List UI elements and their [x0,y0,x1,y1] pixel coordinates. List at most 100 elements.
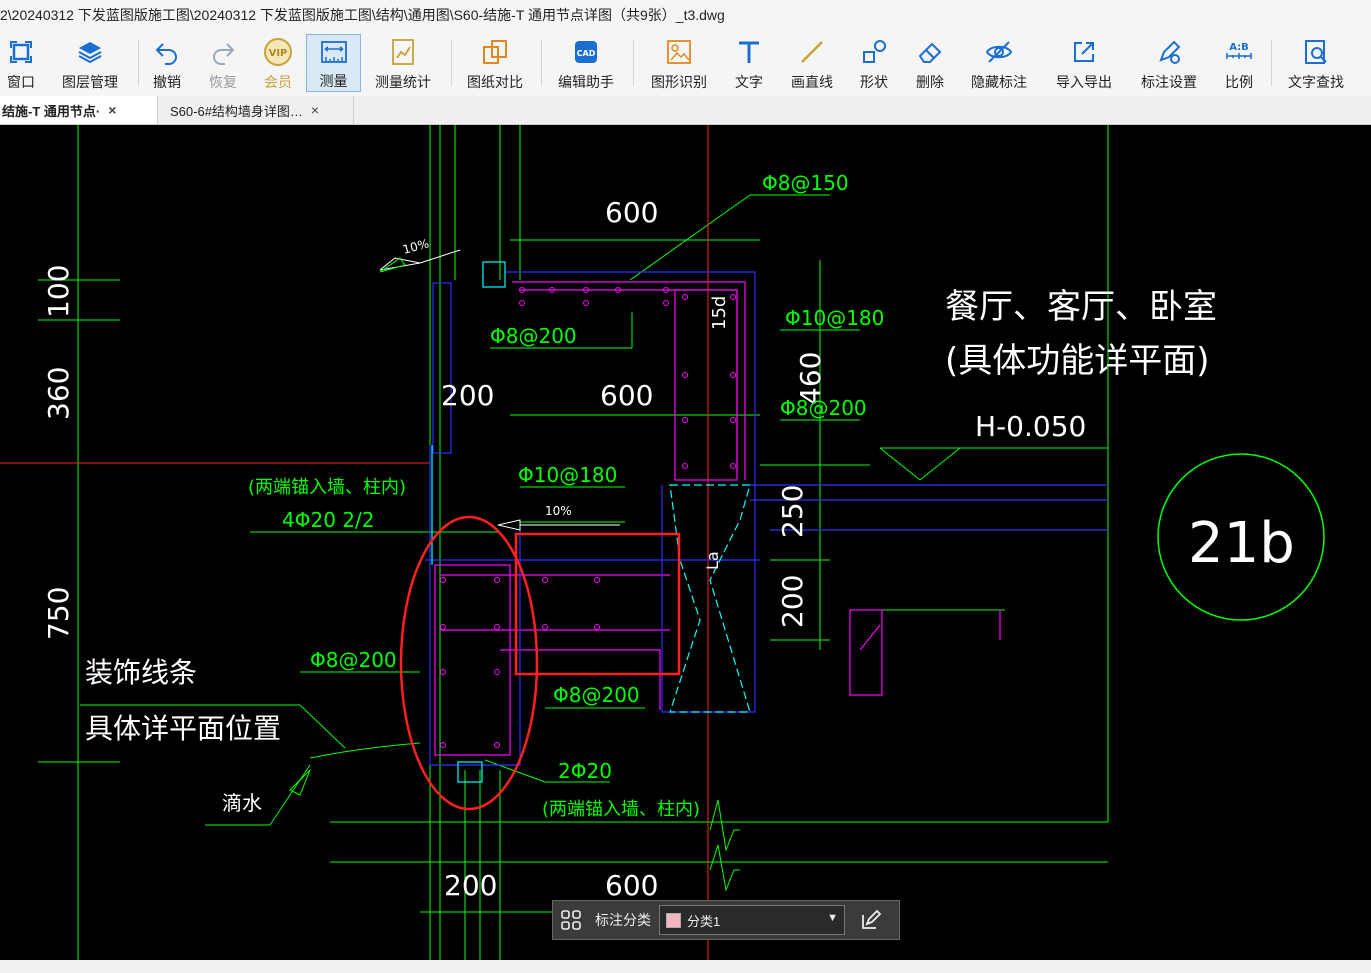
compare-icon [479,36,511,68]
rebar-phi10-180-a: Φ10@180 [785,306,884,330]
toolbar-separator [541,40,542,86]
text-search-button[interactable]: 文字查找 [1283,34,1349,92]
compare-label: 图纸对比 [467,74,523,90]
dim-15d: 15d [709,296,730,330]
dim-600-top: 600 [605,196,658,229]
layers-label: 图层管理 [62,74,118,90]
rebar-2phi20: 2Φ20 [558,759,612,783]
text-tool-button[interactable]: 文字 [729,34,769,92]
measure-stats-icon [387,36,419,68]
edit-helper-label: 编辑助手 [558,74,614,90]
undo-button[interactable]: 撤销 [146,34,188,92]
selected-category: 分类1 [687,913,721,929]
layer-manager-button[interactable]: 图层管理 [56,34,124,92]
toolbar-separator [138,40,139,86]
room-note: (具体功能详平面) [945,341,1210,381]
shape-label: 形状 [860,74,888,90]
edit-icon[interactable] [855,905,885,935]
annotation-settings-label: 标注设置 [1141,74,1197,90]
deco-line-label: 装饰线条 [85,656,197,689]
vip-button[interactable]: VIP 会员 [257,34,299,92]
dim-250: 250 [776,485,809,538]
text-icon [733,36,765,68]
window-icon [5,36,37,68]
la-label: La [703,551,722,570]
vip-label: 会员 [264,74,292,90]
annotation-category-bar: 标注分类 分类1 ▼ [552,900,900,940]
anchor-note-1: (两端锚入墙、柱内) [248,477,406,498]
delete-button[interactable]: 删除 [910,34,950,92]
toolbar-separator [1271,40,1272,86]
document-tabs: 结施-T 通用节点· × S60-6#结构墙身详图… × [0,96,1371,125]
grid-icon[interactable] [553,901,589,939]
dim-600-mid: 600 [600,379,653,412]
elevation-label: H-0.050 [975,410,1086,443]
title-bar: 2\20240312 下发蓝图版施工图\20240312 下发蓝图版施工图\结构… [0,0,1371,30]
rebar-phi10-180-b: Φ10@180 [518,463,617,487]
import-export-button[interactable]: 导入导出 [1050,34,1118,92]
pen-gear-icon [1153,36,1185,68]
redo-button[interactable]: 恢复 [202,34,244,92]
window-title: 2\20240312 下发蓝图版施工图\20240312 下发蓝图版施工图\结构… [0,7,725,23]
text-search-label: 文字查找 [1288,74,1344,90]
dim-200-right: 200 [776,575,809,628]
edit-helper-button[interactable]: CAD 编辑助手 [553,34,619,92]
document-search-icon [1300,36,1332,68]
scale-label: 比例 [1225,74,1253,90]
annotation-category-select[interactable]: 分类1 ▼ [659,905,845,935]
annotation-category-label: 标注分类 [595,912,651,928]
dim-200-bottom: 200 [444,869,497,902]
tab-general-nodes[interactable]: 结施-T 通用节点· × [0,96,158,124]
annotation-settings-button[interactable]: 标注设置 [1135,34,1203,92]
drawing-canvas[interactable]: 600 600 200 200 600 餐厅、客厅、卧室 (具体功能详平面) H… [0,125,1371,960]
tab-close-icon[interactable]: × [311,102,319,118]
dim-750: 750 [42,587,75,640]
toolbar-separator [451,40,452,86]
shape-recognition-icon [663,36,695,68]
dim-200-mid: 200 [441,379,494,412]
layers-icon [74,36,106,68]
vip-icon-text: VIP [269,48,288,59]
window-label: 窗口 [7,74,35,90]
hide-annotations-label: 隐藏标注 [971,74,1027,90]
toolbar-separator [633,40,634,86]
tab-wall-detail[interactable]: S60-6#结构墙身详图… × [158,96,354,124]
room-name: 餐厅、客厅、卧室 [945,287,1217,327]
shape-recognition-label: 图形识别 [651,74,707,90]
measure-button[interactable]: 测量 [306,34,361,92]
tab-label: S60-6#结构墙身详图… [170,103,303,119]
rebar-phi8-150: Φ8@150 [762,171,849,195]
drip-label: 滴水 [222,791,262,815]
text-tool-label: 文字 [735,74,763,90]
rebar-phi8-200-d: Φ8@200 [553,683,640,707]
vip-icon: VIP [262,36,294,68]
hide-annotations-button[interactable]: 隐藏标注 [966,34,1032,92]
import-export-label: 导入导出 [1056,74,1112,90]
category-color-swatch [666,912,681,928]
dim-600-bottom: 600 [605,869,658,902]
shape-button[interactable]: 形状 [854,34,894,92]
detail-number: 21b [1188,511,1295,576]
scale-button[interactable]: A:B 比例 [1219,34,1259,92]
shape-recognition-button[interactable]: 图形识别 [645,34,713,92]
slope-10-top: 10% [401,236,430,256]
compare-button[interactable]: 图纸对比 [462,34,528,92]
line-icon [796,36,828,68]
cad-icon: CAD [570,36,602,68]
ruler-icon [318,37,350,67]
undo-label: 撤销 [153,74,181,90]
dim-360: 360 [42,367,75,420]
dim-100: 100 [42,265,75,318]
slope-10-mid: 10% [545,504,572,518]
redo-icon [207,36,239,68]
scale-icon: A:B [1223,36,1255,68]
scale-icon-text: A:B [1229,42,1249,53]
tab-close-icon[interactable]: × [108,102,116,118]
draw-line-button[interactable]: 画直线 [785,34,839,92]
measure-label: 测量 [319,73,348,89]
shape-icon [858,36,890,68]
cad-drawing[interactable]: 600 600 200 200 600 餐厅、客厅、卧室 (具体功能详平面) H… [0,125,1371,960]
measure-stats-button[interactable]: 测量统计 [370,34,436,92]
draw-line-label: 画直线 [791,74,833,90]
window-button[interactable]: 窗口 [2,34,40,92]
